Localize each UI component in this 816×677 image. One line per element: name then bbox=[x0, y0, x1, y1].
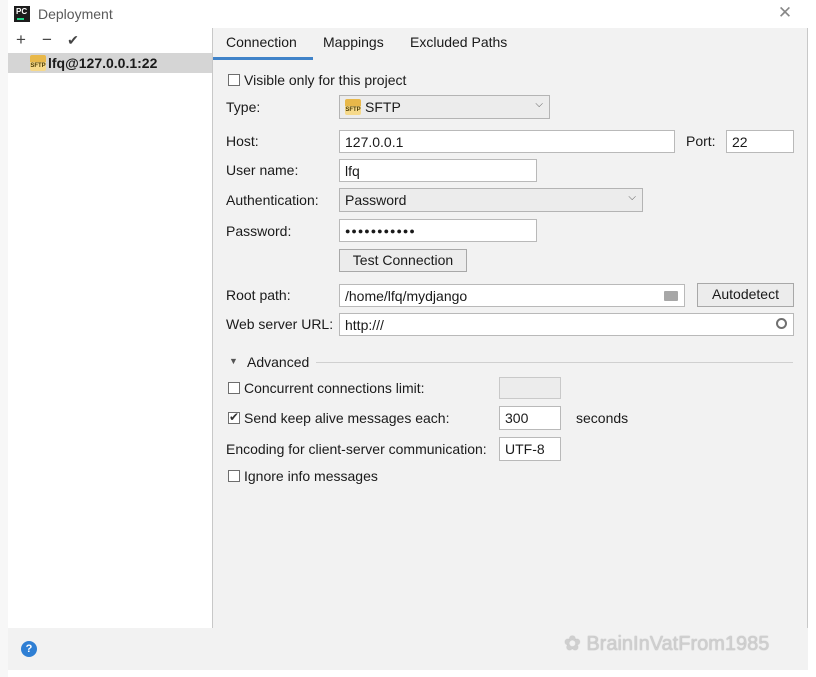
help-button[interactable]: ? bbox=[21, 641, 37, 657]
port-label: Port: bbox=[686, 133, 716, 149]
tab-excluded-paths[interactable]: Excluded Paths bbox=[410, 34, 507, 50]
tab-bar bbox=[213, 28, 808, 60]
ignore-info-label: Ignore info messages bbox=[244, 468, 378, 484]
set-default-check-icon[interactable]: ✔ bbox=[63, 30, 83, 50]
encoding-input[interactable]: UTF-8 bbox=[499, 437, 561, 461]
advanced-separator bbox=[316, 362, 793, 363]
background-editor-strip bbox=[0, 0, 8, 677]
collapse-triangle-icon[interactable]: ▼ bbox=[229, 356, 238, 366]
password-label: Password: bbox=[226, 223, 292, 239]
sftp-type-icon: SFTP bbox=[345, 99, 361, 115]
keep-alive-checkbox[interactable] bbox=[228, 410, 240, 424]
host-input[interactable]: 127.0.0.1 bbox=[339, 130, 675, 153]
visible-only-checkbox[interactable] bbox=[228, 74, 240, 86]
sftp-icon: SFTP bbox=[30, 55, 46, 71]
web-server-url-label: Web server URL: bbox=[226, 316, 334, 332]
close-icon[interactable]: ✕ bbox=[776, 3, 794, 23]
autodetect-button[interactable]: Autodetect bbox=[697, 283, 794, 307]
type-value: SFTP bbox=[365, 99, 401, 115]
remove-server-button[interactable]: − bbox=[37, 30, 57, 50]
concurrent-limit-checkbox[interactable] bbox=[228, 382, 240, 394]
watermark-text: BrainInVatFrom1985 bbox=[586, 633, 770, 655]
concurrent-limit-input bbox=[499, 377, 561, 399]
host-label: Host: bbox=[226, 133, 259, 149]
active-tab-indicator bbox=[213, 57, 313, 60]
username-label: User name: bbox=[226, 162, 299, 178]
authentication-combobox[interactable]: Password ⌵ bbox=[339, 188, 643, 212]
globe-icon[interactable] bbox=[776, 318, 787, 329]
encoding-label: Encoding for client-server communication… bbox=[226, 441, 487, 457]
port-input[interactable]: 22 bbox=[726, 130, 794, 153]
watermark: ✿ BrainInVatFrom1985 bbox=[564, 633, 770, 655]
visible-only-label: Visible only for this project bbox=[244, 72, 407, 88]
root-path-label: Root path: bbox=[226, 287, 291, 303]
tab-mappings[interactable]: Mappings bbox=[323, 34, 384, 50]
root-path-input[interactable]: /home/lfq/mydjango bbox=[339, 284, 685, 307]
pycharm-app-icon: PC bbox=[14, 6, 30, 22]
server-name: lfq@127.0.0.1:22 bbox=[48, 55, 158, 71]
username-input[interactable]: lfq bbox=[339, 159, 537, 182]
password-input[interactable]: ●●●●●●●●●●● bbox=[339, 219, 537, 242]
type-combobox[interactable]: SFTP ⌵ bbox=[339, 95, 550, 119]
ignore-info-checkbox[interactable] bbox=[228, 470, 240, 482]
web-server-url-input[interactable]: http:/// bbox=[339, 313, 794, 336]
keep-alive-input[interactable]: 300 bbox=[499, 406, 561, 430]
chevron-down-icon: ⌵ bbox=[535, 99, 543, 110]
keep-alive-unit: seconds bbox=[576, 410, 629, 426]
title-bar bbox=[8, 0, 808, 28]
authentication-value: Password bbox=[345, 192, 407, 208]
tab-connection[interactable]: Connection bbox=[226, 34, 297, 50]
authentication-label: Authentication: bbox=[226, 192, 319, 208]
type-label: Type: bbox=[226, 99, 261, 115]
concurrent-limit-label: Concurrent connections limit: bbox=[244, 380, 425, 396]
window-title: Deployment bbox=[38, 6, 113, 22]
keep-alive-label: Send keep alive messages each: bbox=[244, 410, 450, 426]
advanced-section-label[interactable]: Advanced bbox=[247, 354, 309, 370]
add-server-button[interactable]: + bbox=[11, 30, 31, 50]
folder-icon[interactable] bbox=[664, 291, 678, 301]
chevron-down-icon: ⌵ bbox=[628, 192, 636, 203]
server-list-panel bbox=[8, 28, 213, 628]
test-connection-button[interactable]: Test Connection bbox=[339, 249, 467, 272]
